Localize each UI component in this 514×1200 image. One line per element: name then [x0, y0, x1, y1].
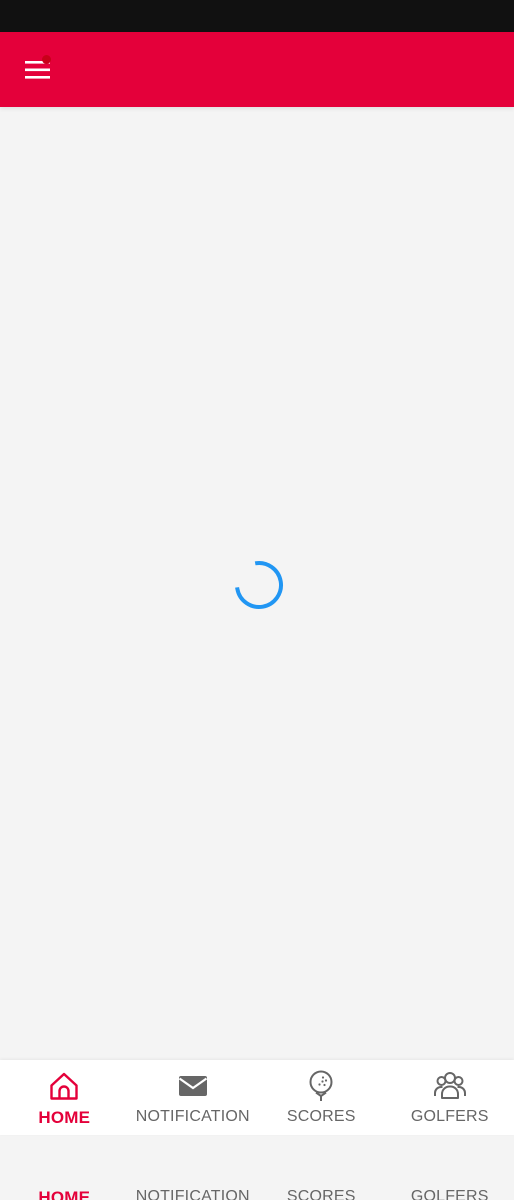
ghost-nav-label-home: HOME	[38, 1188, 91, 1200]
ghost-bottom-navigation: HOME NOTIFICATION SCORES GOLFERS	[0, 1184, 514, 1200]
nav-item-scores[interactable]: SCORES	[257, 1060, 386, 1135]
nav-item-golfers[interactable]: GOLFERS	[386, 1060, 514, 1135]
nav-item-notification[interactable]: NOTIFICATION	[129, 1060, 258, 1135]
ghost-nav-item-golfers: GOLFERS	[386, 1184, 514, 1200]
notification-dot	[42, 55, 51, 64]
golf-ball-icon	[309, 1070, 333, 1101]
loading-spinner-icon	[235, 561, 283, 609]
ghost-nav-item-notification: NOTIFICATION	[129, 1184, 258, 1200]
mail-icon	[178, 1076, 207, 1096]
ghost-nav-item-scores: SCORES	[257, 1184, 386, 1200]
hamburger-menu-icon	[25, 61, 50, 79]
nav-label-home: HOME	[38, 1108, 91, 1127]
ghost-nav-item-home: HOME	[0, 1184, 129, 1200]
menu-button[interactable]	[14, 47, 60, 93]
home-icon	[50, 1072, 78, 1100]
main-content	[0, 107, 514, 1060]
nav-item-home[interactable]: HOME	[0, 1060, 129, 1135]
ghost-nav-label-scores: SCORES	[286, 1188, 356, 1200]
app-bar	[0, 32, 514, 107]
group-icon	[433, 1072, 466, 1099]
nav-label-golfers: GOLFERS	[410, 1108, 489, 1125]
status-bar	[0, 0, 514, 32]
nav-label-notification: NOTIFICATION	[135, 1108, 250, 1125]
nav-label-scores: SCORES	[286, 1108, 356, 1125]
ghost-nav-label-golfers: GOLFERS	[410, 1188, 489, 1200]
bottom-navigation: HOME NOTIFICATION SCORES GOLFERS	[0, 1060, 514, 1135]
ghost-nav-label-notification: NOTIFICATION	[135, 1188, 250, 1200]
